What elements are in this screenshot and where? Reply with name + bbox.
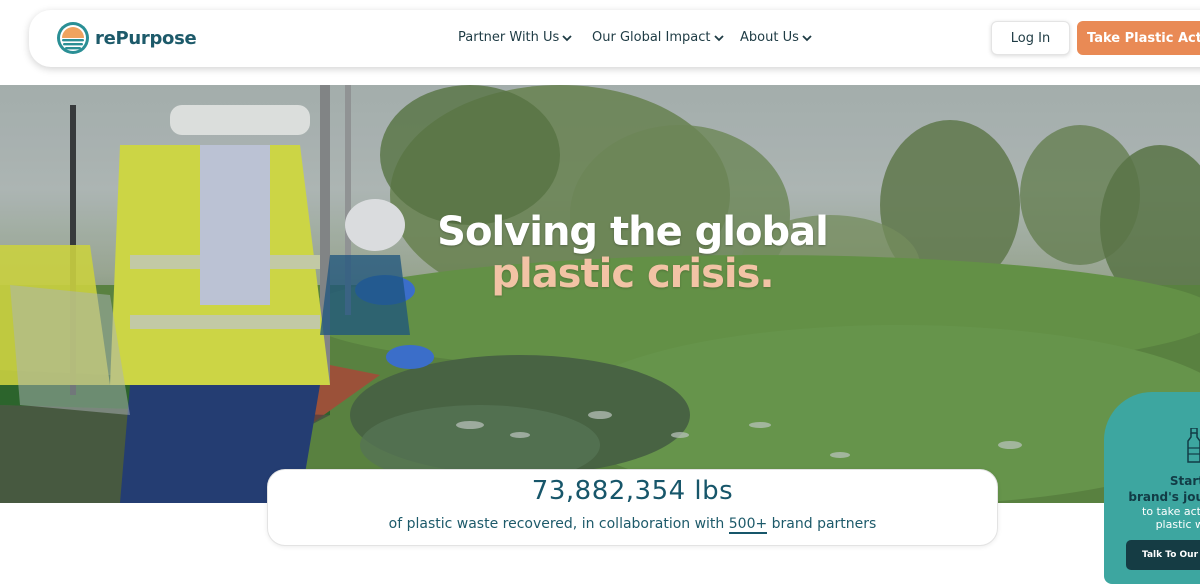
impact-stats-card: 73,882,354 lbs of plastic waste recovere… <box>267 469 998 546</box>
stats-description: of plastic waste recovered, in collabora… <box>268 516 997 534</box>
nav-about-us[interactable]: About Us <box>740 30 812 45</box>
nav-item-label: Our Global Impact <box>592 30 711 45</box>
top-navigation: rePurpose Partner With Us Our Global Imp… <box>29 10 1200 67</box>
plastic-recovered-amount: 73,882,354 lbs <box>531 476 734 506</box>
chevron-down-icon <box>802 34 812 41</box>
chevron-down-icon <box>713 34 724 41</box>
stats-text-after: brand partners <box>767 516 877 532</box>
nav-item-label: About Us <box>740 30 799 45</box>
panel-heading-line-2: brand's jou <box>1128 490 1200 504</box>
brand-name: rePurpose <box>95 27 197 49</box>
chevron-down-icon <box>562 34 572 41</box>
hero-title-line-1: Solving the global <box>437 209 829 255</box>
stats-text-before: of plastic waste recovered, in collabora… <box>388 516 729 532</box>
start-journey-panel: Start brand's jou to take acti plastic w… <box>1104 392 1200 584</box>
login-button[interactable]: Log In <box>991 21 1070 55</box>
repurpose-logo-icon <box>57 22 89 54</box>
talk-to-our-team-button[interactable]: Talk To Our Te <box>1126 540 1200 570</box>
panel-text-line-1: to take acti <box>1142 505 1200 518</box>
panel-text-line-2: plastic w <box>1155 518 1200 531</box>
hero-title-line-2: plastic crisis. <box>491 251 774 297</box>
nav-partner-with-us[interactable]: Partner With Us <box>458 30 572 45</box>
brand-logo[interactable]: rePurpose <box>56 21 197 55</box>
panel-heading-line-1: Start <box>1169 474 1200 488</box>
bottle-icon <box>1187 428 1200 463</box>
nav-item-label: Partner With Us <box>458 30 560 45</box>
hero-section: Solving the global plastic crisis. <box>0 85 1200 503</box>
brand-partners-count-link[interactable]: 500+ <box>728 516 768 534</box>
nav-our-global-impact[interactable]: Our Global Impact <box>592 30 724 45</box>
take-plastic-action-button[interactable]: Take Plastic Action <box>1077 21 1200 55</box>
